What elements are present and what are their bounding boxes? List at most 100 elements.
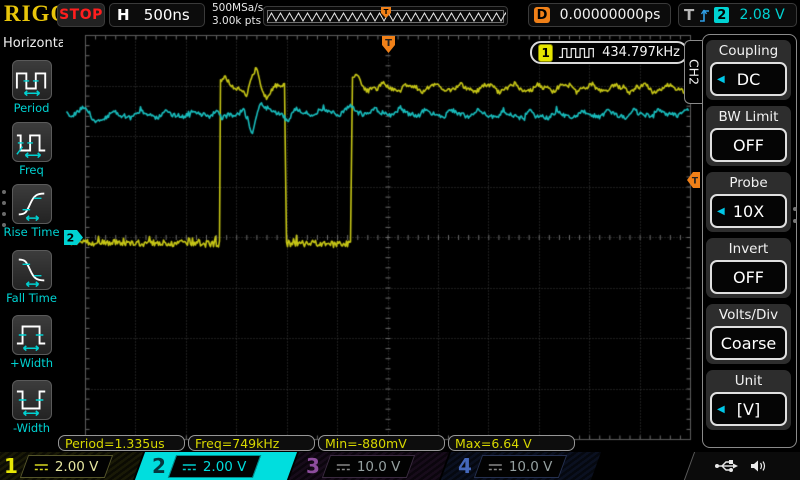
ch2-offset-marker[interactable]: 2 [64, 230, 84, 245]
menu-item-label: +Width [0, 356, 63, 370]
horizontal-label: H [117, 6, 130, 24]
status-icon-area [684, 452, 800, 480]
channel-number: 4 [458, 452, 472, 480]
softkey-title: Volts/Div [706, 304, 791, 323]
delay-box[interactable]: D 0.00000000ps [528, 3, 671, 27]
counter-value: 434.797kHz [602, 45, 680, 60]
delay-value: 0.00000000ps [550, 7, 670, 23]
minus-width-icon [14, 383, 50, 417]
waveform-display [63, 30, 700, 453]
softkey-value: Coarse [721, 334, 777, 353]
softkey-probe[interactable]: Probe ◀ 10X [706, 172, 791, 232]
dc-coupling-icon [488, 461, 503, 471]
dc-coupling-icon [336, 461, 351, 471]
acquisition-info: 500MSa/s 3.00k pts [212, 2, 263, 28]
period-icon [14, 63, 50, 97]
softkey-value: [V] [737, 400, 760, 419]
menu-item-label: Rise Time [0, 225, 63, 239]
svg-text:T: T [385, 38, 392, 49]
channel-2-status[interactable]: 2 2.00 V [135, 452, 297, 480]
right-menu-channel-tab: CH2 [684, 40, 702, 104]
run-stop-button[interactable]: STOP [57, 3, 105, 27]
menu-item-label: Period [0, 101, 63, 115]
dc-coupling-icon [182, 461, 197, 471]
softkey-volts-div[interactable]: Volts/Div Coarse [706, 304, 791, 364]
left-menu-page-dots [2, 190, 6, 227]
softkey-title: Probe [706, 172, 791, 191]
trigger-position-marker[interactable]: T [381, 36, 396, 54]
option-arrow-icon: ◀ [717, 404, 725, 415]
channel-4-status[interactable]: 4 10.0 V [441, 452, 601, 480]
menu-item-minus-width[interactable]: -Width [0, 380, 63, 435]
softkey-title: Invert [706, 238, 791, 257]
left-menu: Horizontal Period Freq [0, 30, 63, 452]
delay-label: D [534, 7, 550, 23]
right-menu-page-dots [793, 207, 797, 223]
softkey-title: Unit [706, 370, 791, 389]
dc-coupling-icon [34, 461, 49, 471]
rise-time-icon [14, 187, 50, 221]
svg-text:2: 2 [67, 232, 75, 245]
trigger-level-value: 2.08 V [733, 7, 791, 23]
softkey-title: Coupling [706, 40, 791, 59]
freq-icon [14, 125, 50, 159]
speaker-icon [750, 459, 767, 473]
timebase-value: 500ns [130, 6, 204, 24]
softkey-value: 10X [733, 202, 764, 221]
preview-trigger-marker-icon: T [381, 7, 391, 18]
trigger-label: T [684, 6, 694, 24]
softkey-bw-limit[interactable]: BW Limit OFF [706, 106, 791, 166]
channel-scale: 10.0 V [509, 458, 553, 474]
channel-scale: 10.0 V [357, 458, 401, 474]
svg-text:T: T [692, 177, 699, 187]
menu-item-label: -Width [0, 421, 63, 435]
usb-icon [714, 459, 738, 473]
fall-time-icon [14, 253, 50, 287]
memory-depth: 3.00k pts [212, 15, 263, 28]
square-wave-icon [558, 46, 597, 60]
channel-3-status[interactable]: 3 10.0 V [289, 452, 449, 480]
channel-scale: 2.00 V [55, 458, 99, 474]
measurement-min: Min=-880mV [318, 435, 445, 451]
softkey-coupling[interactable]: Coupling ◀ DC [706, 40, 791, 100]
plus-width-icon [14, 318, 50, 352]
oscilloscope-screen: RIGOL STOP H 500ns 500MSa/s 3.00k pts T … [0, 0, 800, 480]
softkey-title: BW Limit [706, 106, 791, 125]
softkey-value: OFF [733, 268, 764, 287]
menu-item-label: Freq [0, 163, 63, 177]
channel-number: 1 [4, 452, 18, 480]
measurement-freq: Freq=749kHz [188, 435, 315, 451]
measurement-max: Max=6.64 V [448, 435, 575, 451]
channel-number: 3 [306, 452, 320, 480]
softkey-value: OFF [733, 136, 764, 155]
channel-1-status[interactable]: 1 2.00 V [0, 452, 143, 480]
measurement-period: Period=1.335us [58, 435, 185, 451]
waveform-preview[interactable]: T [263, 6, 508, 26]
menu-item-period[interactable]: Period [0, 60, 63, 115]
channel-scale: 2.00 V [203, 458, 247, 474]
trigger-status-box[interactable]: T 2 2.08 V [678, 3, 797, 27]
run-state-label: STOP [59, 7, 103, 23]
left-menu-title: Horizontal [3, 36, 69, 51]
option-arrow-icon: ◀ [717, 206, 725, 217]
channel-number: 2 [152, 452, 166, 480]
svg-text:T: T [383, 8, 388, 16]
channel-bar: 1 2.00 V 2 2.00 V [0, 452, 800, 480]
menu-item-plus-width[interactable]: +Width [0, 315, 63, 370]
option-arrow-icon: ◀ [717, 74, 725, 85]
menu-item-rise-time[interactable]: Rise Time [0, 184, 63, 239]
softkey-invert[interactable]: Invert OFF [706, 238, 791, 298]
menu-item-freq[interactable]: Freq [0, 122, 63, 177]
measurement-bar: Period=1.335us Freq=749kHz Min=-880mV Ma… [58, 435, 575, 451]
top-bar: RIGOL STOP H 500ns 500MSa/s 3.00k pts T … [0, 0, 800, 30]
sample-rate: 500MSa/s [212, 2, 263, 15]
menu-item-label: Fall Time [0, 291, 63, 305]
softkey-unit[interactable]: Unit ◀ [V] [706, 370, 791, 430]
frequency-counter: 1 434.797kHz [530, 41, 688, 64]
menu-item-fall-time[interactable]: Fall Time [0, 250, 63, 305]
trigger-source-badge: 2 [714, 7, 729, 23]
timebase-box[interactable]: H 500ns [109, 3, 205, 27]
counter-channel-badge: 1 [538, 44, 553, 62]
trigger-level-marker[interactable]: T [687, 172, 700, 188]
channel-tab-label: CH2 [686, 59, 701, 85]
